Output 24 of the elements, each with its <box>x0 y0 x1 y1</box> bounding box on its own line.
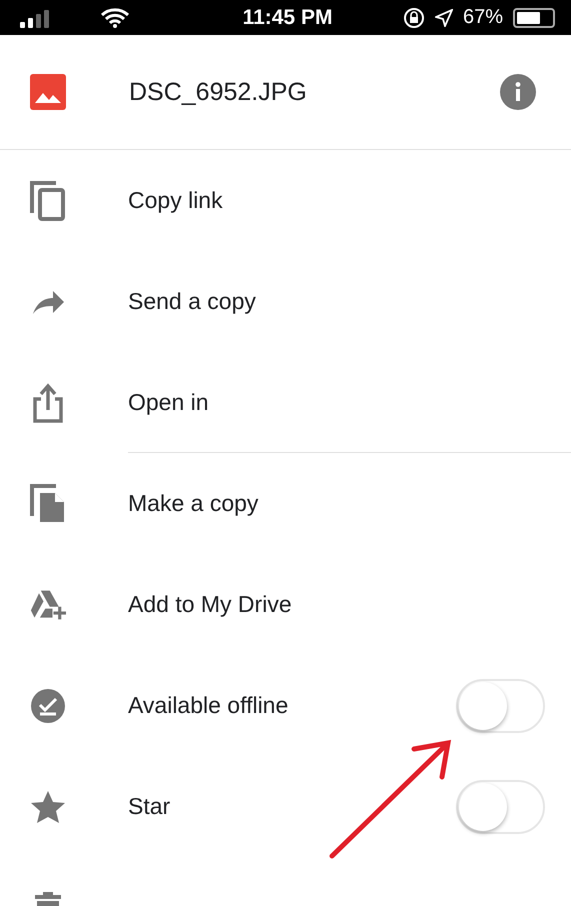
image-icon <box>30 74 66 110</box>
menu-item-label[interactable]: Star <box>128 793 456 820</box>
rotation-lock-icon <box>402 6 425 28</box>
battery-percent: 67% <box>462 6 504 29</box>
menu-item-label[interactable]: Add to My Drive <box>128 591 545 618</box>
menu-item-label[interactable]: Open in <box>128 389 545 416</box>
copy-icon <box>30 180 66 220</box>
wifi-icon <box>101 8 129 28</box>
status-time: 11:45 PM <box>242 6 332 30</box>
location-icon <box>434 8 453 26</box>
menu-item-label[interactable]: Make a copy <box>128 490 545 517</box>
toggle-switch[interactable] <box>456 678 545 732</box>
share-icon <box>32 382 64 422</box>
info-icon[interactable] <box>500 74 536 110</box>
signal-icon <box>20 8 49 28</box>
forward-arrow-icon <box>31 288 65 314</box>
menu-item-label[interactable]: Send a copy <box>128 288 545 315</box>
menu-item-label[interactable]: Available offline <box>128 692 456 719</box>
menu-item-label[interactable]: Copy link <box>128 187 545 214</box>
check-circle-icon <box>30 688 66 724</box>
toggle-switch[interactable] <box>456 780 545 834</box>
star-icon <box>30 790 66 824</box>
file-name: DSC_6952.JPG <box>129 78 308 106</box>
file-copy-icon <box>30 484 66 524</box>
